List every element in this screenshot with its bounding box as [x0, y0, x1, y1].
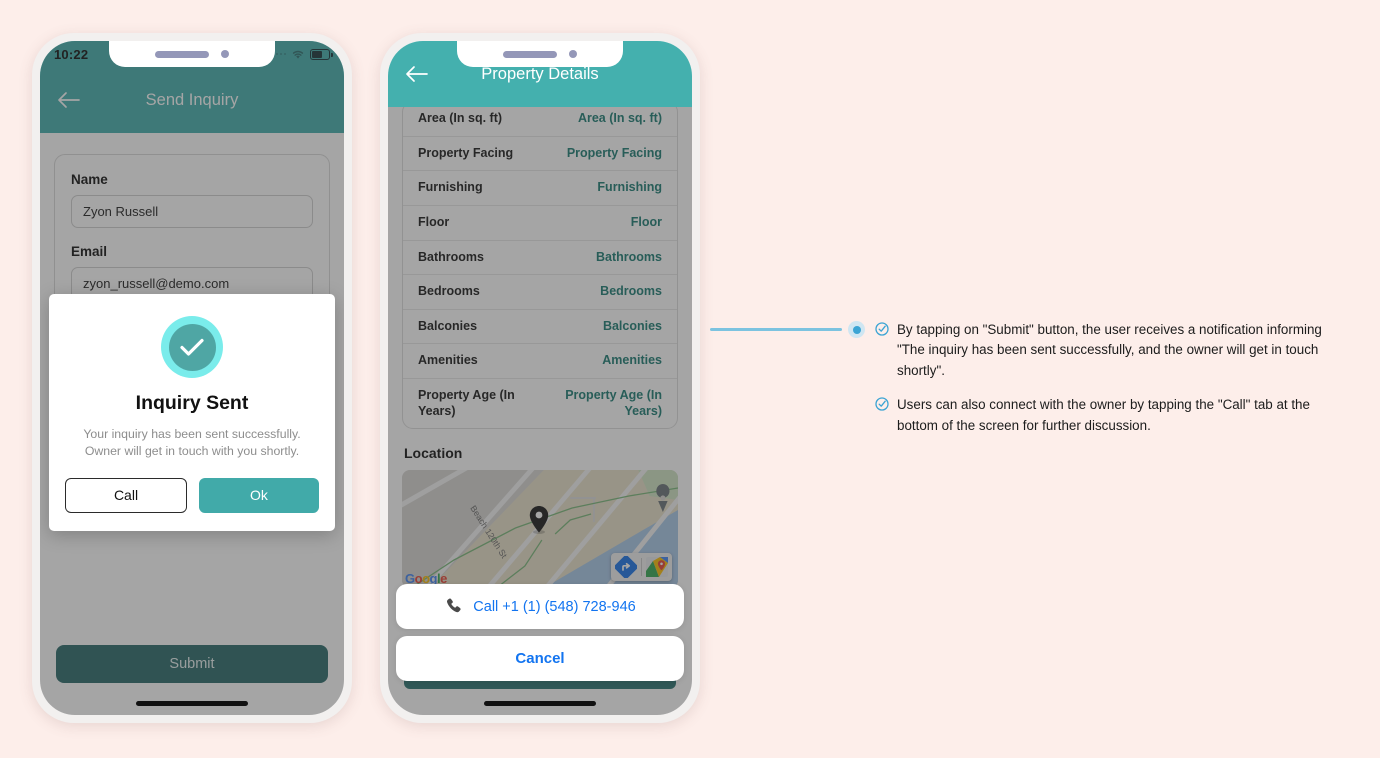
annotation-text: Users can also connect with the owner by… [897, 397, 1310, 433]
annotation-list: By tapping on "Submit" button, the user … [875, 320, 1345, 436]
modal-ok-button[interactable]: Ok [199, 477, 319, 513]
phone-notch [457, 41, 623, 67]
home-indicator [136, 701, 248, 706]
list-item: By tapping on "Submit" button, the user … [875, 320, 1345, 381]
phone-handset-icon [447, 598, 461, 613]
speaker-grill-icon [155, 50, 209, 58]
phone-mockup-property-details: Property Details Area (In sq. ft) Area (I… [380, 33, 700, 723]
call-action-sheet: Call +1 (1) (548) 728-946 Cancel [396, 584, 684, 681]
screen-body: Area (In sq. ft) Area (In sq. ft) Property… [388, 107, 692, 715]
modal-message: Your inquiry has been sent successfully.… [83, 427, 301, 459]
check-circle-icon [875, 322, 889, 381]
speaker-grill-icon [503, 50, 557, 58]
action-sheet-cancel-label: Cancel [515, 650, 565, 667]
phone-screen: Property Details Area (In sq. ft) Area (I… [388, 41, 692, 715]
phone-screen: 10:22 Send Inquiry Name Zyon Russell Ema… [40, 41, 344, 715]
back-arrow-icon[interactable] [404, 63, 430, 85]
annotation-text: By tapping on "Submit" button, the user … [897, 322, 1322, 378]
modal-title: Inquiry Sent [135, 392, 249, 414]
modal-actions: Call Ok [65, 477, 319, 513]
action-sheet-call-item[interactable]: Call +1 (1) (548) 728-946 [396, 584, 684, 629]
front-camera-icon [221, 50, 229, 58]
check-circle-icon [161, 316, 223, 378]
check-circle-icon [875, 397, 889, 436]
action-sheet-cancel-item[interactable]: Cancel [396, 636, 684, 681]
phone-notch [109, 41, 275, 67]
list-item: Users can also connect with the owner by… [875, 395, 1345, 436]
annotation-connector-dot [848, 321, 865, 338]
modal-call-button[interactable]: Call [65, 477, 187, 513]
home-indicator [484, 701, 596, 706]
front-camera-icon [569, 50, 577, 58]
inquiry-sent-modal: Inquiry Sent Your inquiry has been sent … [49, 294, 335, 531]
action-sheet-call-label: Call +1 (1) (548) 728-946 [473, 598, 636, 615]
page-root: 10:22 Send Inquiry Name Zyon Russell Ema… [0, 0, 1380, 758]
phone-mockup-send-inquiry: 10:22 Send Inquiry Name Zyon Russell Ema… [32, 33, 352, 723]
checkmark-icon [180, 338, 204, 356]
annotation-connector-line [710, 328, 842, 331]
page-title: Property Details [481, 64, 599, 83]
